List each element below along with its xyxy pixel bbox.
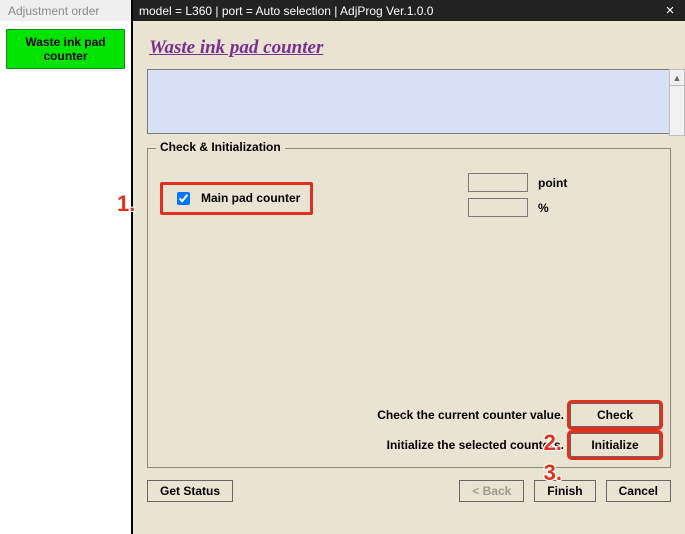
- app-root: Adjustment order Waste ink pad counter m…: [0, 0, 685, 534]
- titlebar: model = L360 | port = Auto selection | A…: [133, 0, 685, 21]
- log-output: ▲: [147, 69, 669, 134]
- value-column: point %: [468, 173, 578, 223]
- action-rows: Check the current counter value. Check I…: [158, 397, 660, 457]
- close-icon[interactable]: ×: [655, 0, 685, 21]
- bottom-buttons: Get Status < Back Finish Cancel: [147, 480, 671, 502]
- initialize-button[interactable]: Initialize: [570, 433, 660, 457]
- point-value: [468, 173, 528, 192]
- annotation-1: 1.: [117, 191, 135, 217]
- percent-unit: %: [538, 201, 578, 215]
- page-title: Waste ink pad counter: [149, 37, 671, 59]
- check-line: Check the current counter value. Check: [158, 403, 660, 427]
- back-button[interactable]: < Back: [459, 480, 524, 502]
- counter-row: Main pad counter point %: [160, 173, 658, 223]
- check-button[interactable]: Check: [570, 403, 660, 427]
- scroll-up-icon[interactable]: ▲: [670, 70, 684, 86]
- sidebar-body: Waste ink pad counter: [0, 21, 131, 534]
- get-status-button[interactable]: Get Status: [147, 480, 233, 502]
- point-line: point: [468, 173, 578, 192]
- scrollbar[interactable]: ▲: [669, 69, 685, 136]
- percent-value: [468, 198, 528, 217]
- main-pad-label: Main pad counter: [201, 191, 300, 205]
- content-area: Waste ink pad counter ▲ Check & Initiali…: [133, 21, 685, 534]
- check-hint: Check the current counter value.: [377, 408, 564, 422]
- annotation-2: 2.: [544, 430, 562, 456]
- main-pad-checkbox[interactable]: [177, 192, 190, 205]
- cancel-button[interactable]: Cancel: [606, 480, 671, 502]
- init-hint: Initialize the selected counters.: [387, 438, 564, 452]
- group-legend: Check & Initialization: [156, 140, 285, 154]
- annotation-3: 3.: [544, 460, 562, 486]
- check-init-group: Check & Initialization Main pad counter …: [147, 148, 671, 468]
- main-pad-checkbox-wrap[interactable]: Main pad counter: [160, 182, 313, 215]
- init-line: Initialize the selected counters. Initia…: [158, 433, 660, 457]
- point-unit: point: [538, 176, 578, 190]
- sidebar: Adjustment order Waste ink pad counter: [0, 0, 133, 534]
- window-title: model = L360 | port = Auto selection | A…: [139, 4, 433, 18]
- percent-line: %: [468, 198, 578, 217]
- sidebar-item-waste-ink-pad[interactable]: Waste ink pad counter: [6, 29, 125, 69]
- sidebar-title: Adjustment order: [0, 0, 131, 21]
- main-panel: model = L360 | port = Auto selection | A…: [133, 0, 685, 534]
